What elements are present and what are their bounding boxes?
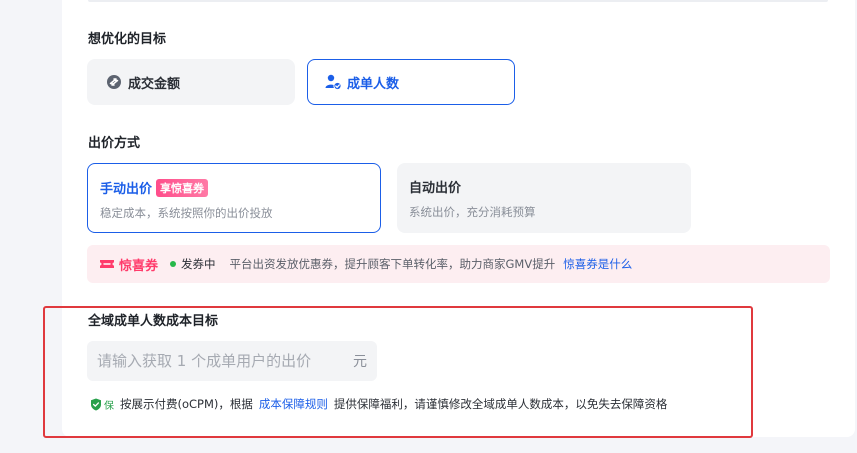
coupon-promo-bar: 惊喜券 发券中 平台出资发放优惠券，提升顾客下单转化率，助力商家GMV提升 惊喜…	[87, 245, 830, 283]
price-input-wrap: 元	[87, 341, 377, 381]
coupon-tag: 享惊喜券	[156, 178, 209, 197]
guarantee-badge-text: 保	[104, 400, 114, 412]
guarantee-badge: 保	[90, 397, 114, 412]
goal-option-orders[interactable]: 成单人数	[307, 59, 515, 105]
guarantee-rules-link[interactable]: 成本保障规则	[259, 396, 328, 412]
promo-brand: 惊喜券	[119, 258, 159, 274]
bid-auto-desc: 系统出价，充分消耗预算	[409, 205, 536, 219]
bid-option-auto[interactable]: 自动出价 系统出价，充分消耗预算	[397, 163, 691, 233]
guarantee-suffix: 提供保障福利，请谨慎修改全域成单人数成本，以免失去保障资格	[333, 397, 668, 411]
bid-manual-title: 手动出价	[100, 182, 153, 197]
bid-manual-desc: 稳定成本，系统按照你的出价投放	[100, 206, 273, 220]
guarantee-note: 保 按展示付费(oCPM)，根据 成本保障规则 提供保障福利，请谨慎修改全域成单…	[90, 396, 667, 412]
status-dot	[170, 261, 177, 267]
goal-option-label: 成交金额	[128, 76, 181, 92]
bid-auto-title: 自动出价	[409, 181, 462, 196]
bidding-section-title: 出价方式	[88, 136, 141, 151]
top-divider	[88, 0, 828, 2]
ticket-icon	[99, 256, 115, 272]
user-check-icon	[324, 73, 342, 91]
shield-check-icon	[91, 398, 101, 410]
goal-option-gmv[interactable]: 成交金额	[87, 59, 295, 105]
promo-status: 发券中	[181, 257, 216, 271]
bid-option-manual[interactable]: 手动出价 享惊喜券 稳定成本，系统按照你的出价投放	[87, 163, 381, 233]
unit-label: 元	[353, 354, 367, 370]
cost-target-title: 全域成单人数成本目标	[88, 314, 219, 329]
swap-coin-icon	[105, 73, 123, 91]
promo-text: 平台出资发放优惠券，提升顾客下单转化率，助力商家GMV提升	[229, 257, 556, 271]
goal-section-title: 想优化的目标	[88, 32, 167, 47]
goal-option-label: 成单人数	[347, 76, 400, 92]
guarantee-prefix: 按展示付费(oCPM)，根据	[120, 397, 253, 411]
price-input[interactable]	[97, 352, 353, 370]
promo-link[interactable]: 惊喜券是什么	[563, 256, 632, 272]
